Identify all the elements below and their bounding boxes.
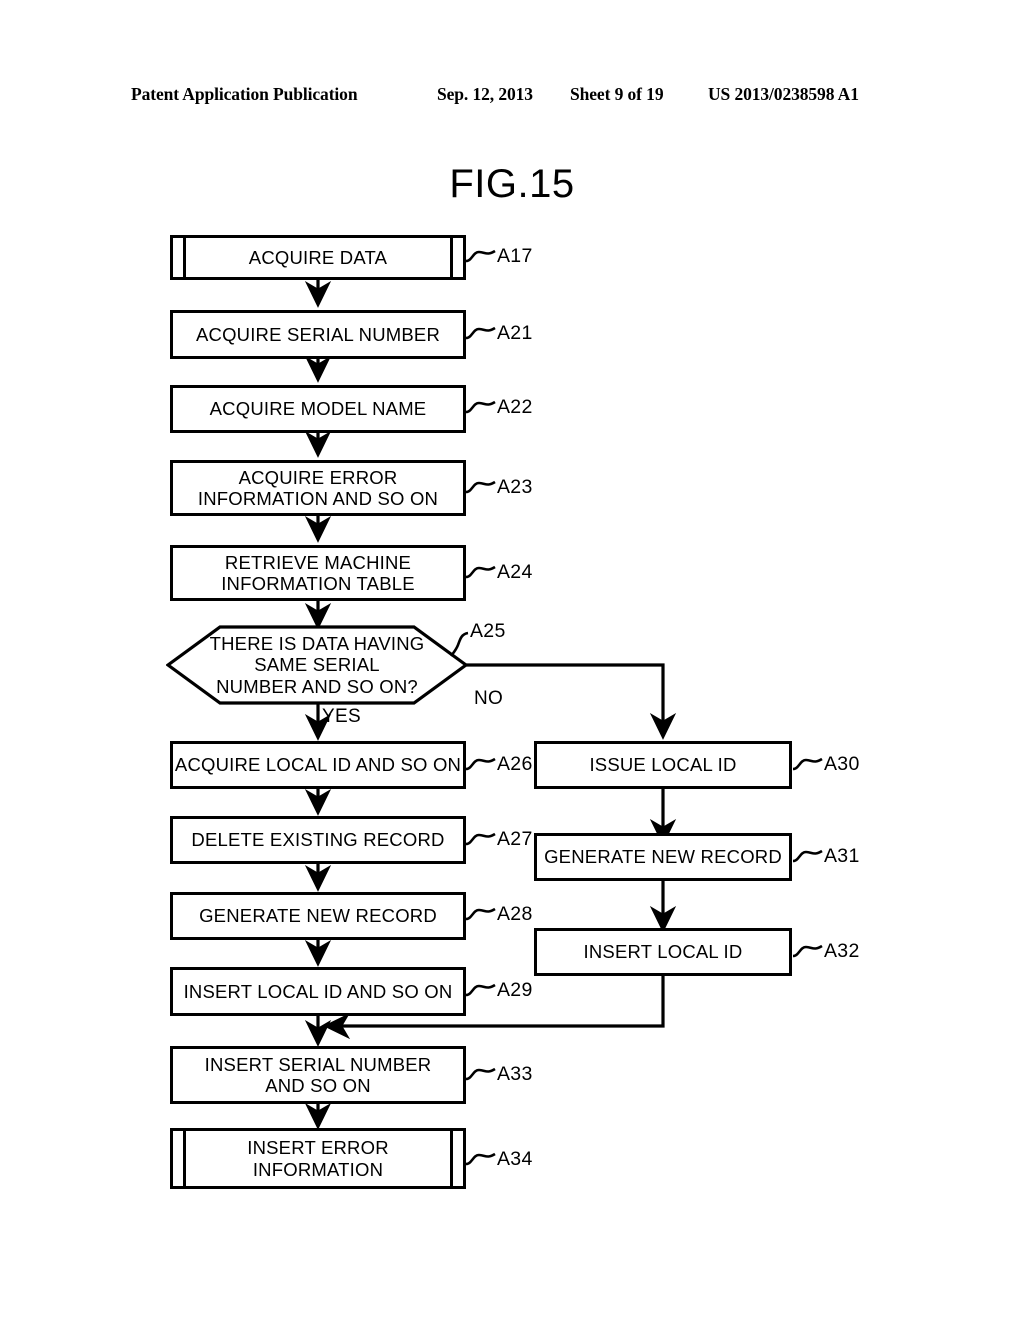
edge-label-yes: YES: [322, 706, 361, 727]
node-a34-insert-error-information[interactable]: INSERT ERROR INFORMATION: [170, 1128, 466, 1189]
node-a22-label: ACQUIRE MODEL NAME: [209, 398, 427, 420]
ref-tie-a25: [449, 631, 469, 657]
node-a32-label: INSERT LOCAL ID: [583, 941, 743, 963]
node-a21-acquire-serial-number[interactable]: ACQUIRE SERIAL NUMBER: [170, 310, 466, 359]
edge-label-no: NO: [474, 688, 504, 709]
node-a30-issue-local-id[interactable]: ISSUE LOCAL ID: [534, 741, 792, 789]
node-a24-retrieve-machine-information-table[interactable]: RETRIEVE MACHINE INFORMATION TABLE: [170, 545, 466, 601]
node-a24-label: RETRIEVE MACHINE INFORMATION TABLE: [221, 551, 415, 594]
node-a25-decision-same-serial-number[interactable]: THERE IS DATA HAVING SAME SERIAL NUMBER …: [166, 625, 468, 705]
node-a29-insert-local-id[interactable]: INSERT LOCAL ID AND SO ON: [170, 967, 466, 1016]
node-a26-label: ACQUIRE LOCAL ID AND SO ON: [174, 754, 462, 776]
ref-tie-a30: [792, 757, 823, 771]
node-a33-label: INSERT SERIAL NUMBER AND SO ON: [204, 1053, 432, 1096]
ref-label-a33: A33: [497, 1063, 533, 1085]
ref-label-a27: A27: [497, 828, 533, 850]
ref-label-a30: A30: [824, 753, 860, 775]
node-a33-insert-serial-number[interactable]: INSERT SERIAL NUMBER AND SO ON: [170, 1046, 466, 1104]
ref-label-a24: A24: [497, 561, 533, 583]
node-a23-acquire-error-information[interactable]: ACQUIRE ERROR INFORMATION AND SO ON: [170, 460, 466, 516]
ref-label-a26: A26: [497, 753, 533, 775]
ref-label-a17: A17: [497, 245, 533, 267]
ref-label-a29: A29: [497, 979, 533, 1001]
ref-tie-a17: [465, 249, 496, 263]
flowchart-connectors: [304, 279, 677, 1130]
node-a27-label: DELETE EXISTING RECORD: [191, 829, 445, 851]
node-a31-label: GENERATE NEW RECORD: [544, 846, 782, 868]
node-a23-label: ACQUIRE ERROR INFORMATION AND SO ON: [197, 466, 439, 509]
node-a25-label: THERE IS DATA HAVING SAME SERIAL NUMBER …: [209, 633, 425, 697]
node-a34-label: INSERT ERROR INFORMATION: [247, 1137, 389, 1180]
node-a28-generate-new-record[interactable]: GENERATE NEW RECORD: [170, 892, 466, 940]
node-a21-label: ACQUIRE SERIAL NUMBER: [195, 323, 441, 345]
ref-label-a23: A23: [497, 476, 533, 498]
ref-label-a28: A28: [497, 903, 533, 925]
node-a17-acquire-data[interactable]: ACQUIRE DATA: [170, 235, 466, 280]
ref-tie-a32: [792, 944, 823, 958]
ref-tie-a31: [792, 849, 823, 863]
ref-tie-a23: [465, 480, 496, 494]
node-a28-label: GENERATE NEW RECORD: [199, 905, 437, 927]
node-a31-generate-new-record[interactable]: GENERATE NEW RECORD: [534, 833, 792, 881]
ref-tie-a28: [465, 907, 496, 921]
ref-tie-a34: [465, 1152, 496, 1166]
node-a29-label: INSERT LOCAL ID AND SO ON: [183, 980, 453, 1002]
node-a27-delete-existing-record[interactable]: DELETE EXISTING RECORD: [170, 816, 466, 864]
ref-label-a31: A31: [824, 845, 860, 867]
ref-tie-a21: [465, 326, 496, 340]
ref-tie-a27: [465, 832, 496, 846]
node-a26-acquire-local-id[interactable]: ACQUIRE LOCAL ID AND SO ON: [170, 741, 466, 789]
ref-label-a21: A21: [497, 322, 533, 344]
flowchart-diagram: ACQUIRE DATA A17 ACQUIRE SERIAL NUMBER A…: [0, 0, 1024, 1320]
ref-label-a34: A34: [497, 1148, 533, 1170]
node-a32-insert-local-id[interactable]: INSERT LOCAL ID: [534, 928, 792, 976]
ref-tie-a24: [465, 565, 496, 579]
node-a17-label: ACQUIRE DATA: [248, 246, 388, 268]
node-a30-label: ISSUE LOCAL ID: [589, 754, 737, 776]
ref-label-a22: A22: [497, 396, 533, 418]
ref-tie-a26: [465, 757, 496, 771]
ref-tie-a33: [465, 1067, 496, 1081]
ref-tie-a29: [465, 983, 496, 997]
ref-label-a32: A32: [824, 940, 860, 962]
node-a22-acquire-model-name[interactable]: ACQUIRE MODEL NAME: [170, 385, 466, 433]
ref-tie-a22: [465, 400, 496, 414]
